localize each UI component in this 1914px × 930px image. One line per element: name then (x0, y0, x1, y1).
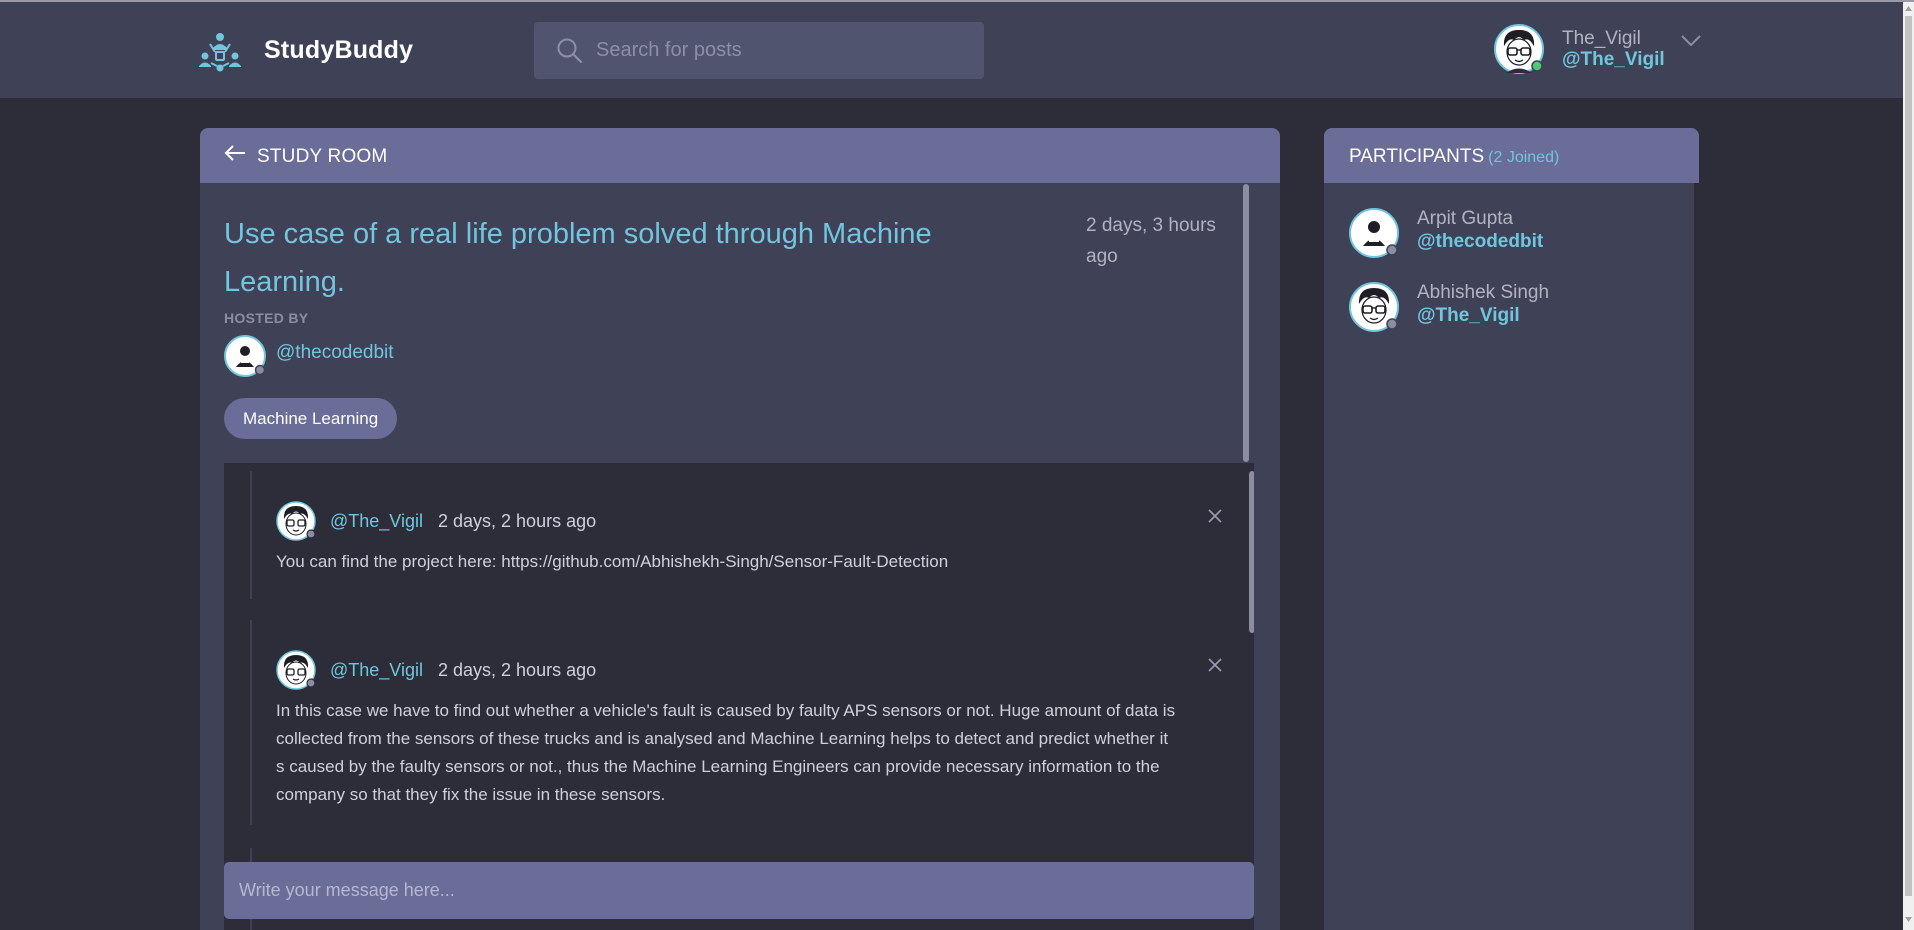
room-created-time: 2 days, 3 hours ago (1086, 215, 1216, 267)
room-title: Use case of a real life problem solved t… (224, 218, 932, 298)
message-time: 2 days, 2 hours ago (438, 511, 597, 531)
user-handle: @The_Vigil (1562, 49, 1665, 70)
back-arrow-icon[interactable] (224, 144, 246, 162)
conversation-area: @The_Vigil 2 days, 2 hours ago You can f… (224, 463, 1254, 930)
search-icon (557, 38, 583, 64)
user-name: The_Vigil (1562, 28, 1641, 49)
participants-label: PARTICIPANTS (1349, 146, 1485, 167)
study-room-label: STUDY ROOM (257, 146, 388, 167)
message-author-handle[interactable]: @The_Vigil (330, 660, 423, 681)
user-avatar[interactable] (1494, 24, 1544, 74)
message-item: @The_Vigil 2 days, 2 hours ago You can f… (250, 471, 1222, 599)
participants-panel-edge (1694, 183, 1700, 930)
message-body: In this case we have to find out whether… (276, 701, 1176, 804)
message-author-avatar[interactable] (276, 650, 316, 690)
online-status-dot (1531, 60, 1543, 72)
participant-handle[interactable]: @The_Vigil (1417, 305, 1520, 327)
participant-handle[interactable]: @thecodedbit (1417, 231, 1543, 253)
participants-header: PARTICIPANTS (2 Joined) (1324, 128, 1699, 183)
conversation-scrollbar-thumb[interactable] (1249, 471, 1254, 633)
studybuddy-logo-icon[interactable] (198, 30, 242, 74)
participants-panel: PARTICIPANTS (2 Joined) Arpit Gupta @thec… (1324, 128, 1699, 930)
scroll-up-arrow-icon[interactable] (1903, 4, 1914, 14)
study-room-panel: STUDY ROOM Use case of a real life probl… (200, 128, 1280, 930)
search-bar[interactable] (534, 22, 984, 79)
message-composer[interactable] (224, 862, 1254, 919)
host-handle-link[interactable]: @thecodedbit (276, 342, 394, 364)
participant-name: Abhishek Singh (1417, 282, 1550, 303)
delete-message-icon[interactable] (1207, 657, 1223, 673)
message-author-handle[interactable]: @The_Vigil (330, 511, 423, 532)
participant-avatar[interactable] (1349, 282, 1399, 332)
participants-title: PARTICIPANTS (2 Joined) (1349, 146, 1559, 168)
message-time: 2 days, 2 hours ago (438, 660, 597, 680)
brand-name[interactable]: StudyBuddy (264, 36, 413, 65)
offline-status-dot (254, 364, 266, 376)
host-avatar[interactable] (224, 335, 266, 377)
scroll-down-arrow-icon[interactable] (1903, 914, 1914, 924)
participant-item[interactable]: Arpit Gupta @thecodedbit (1349, 208, 1679, 260)
study-room-header: STUDY ROOM (200, 128, 1280, 183)
top-navbar: StudyBuddy The_Vigil @The_Vigil (0, 2, 1903, 98)
message-body: You can find the project here: https://g… (276, 552, 949, 571)
window-scrollbar-thumb[interactable] (1905, 16, 1912, 896)
participants-count: (2 Joined) (1488, 149, 1560, 166)
room-scrollbar-thumb[interactable] (1243, 184, 1249, 462)
chevron-down-icon[interactable] (1680, 34, 1702, 48)
message-item: @The_Vigil 2 days, 2 hours ago In this c… (250, 620, 1222, 825)
message-input[interactable] (239, 862, 1229, 919)
participant-item[interactable]: Abhishek Singh @The_Vigil (1349, 282, 1679, 334)
participant-avatar[interactable] (1349, 208, 1399, 258)
message-author-avatar[interactable] (276, 501, 316, 541)
search-input[interactable] (596, 22, 966, 79)
hosted-by-label: HOSTED BY (224, 310, 309, 326)
topic-tag[interactable]: Machine Learning (224, 398, 398, 439)
participant-name: Arpit Gupta (1417, 208, 1514, 229)
delete-message-icon[interactable] (1207, 508, 1223, 524)
